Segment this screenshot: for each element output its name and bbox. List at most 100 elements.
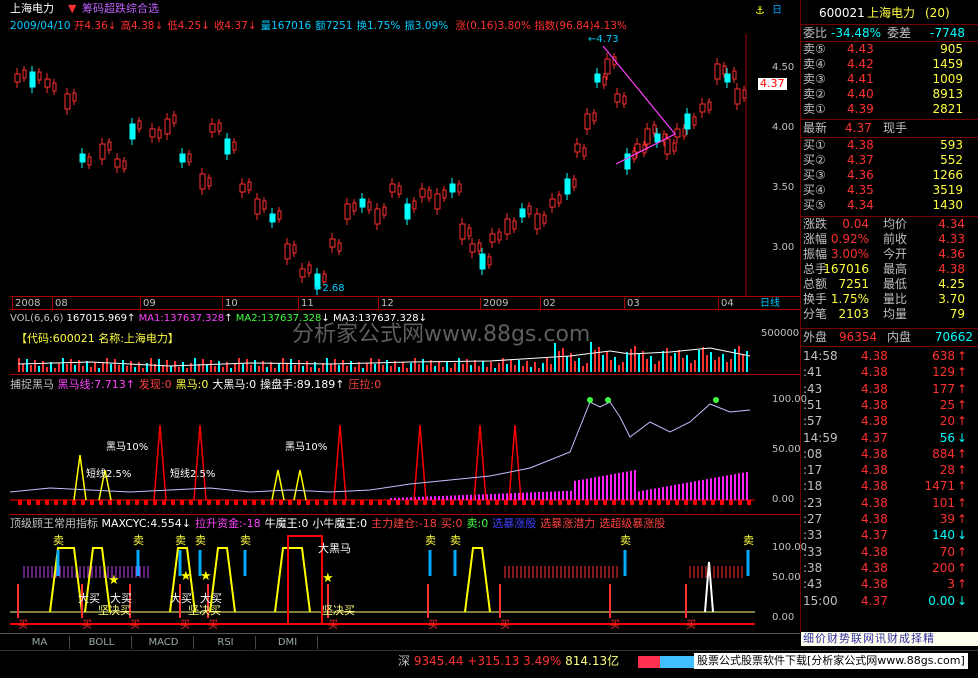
candle bbox=[137, 120, 142, 130]
volume-bar bbox=[702, 347, 704, 372]
catch-bar bbox=[162, 500, 166, 505]
tab-dmi[interactable]: DMI bbox=[258, 636, 318, 649]
stock-name-side: 上海电力 bbox=[867, 6, 916, 20]
candle bbox=[232, 141, 237, 151]
period-label[interactable]: 日线 bbox=[760, 298, 780, 310]
chevron-down-icon[interactable]: ▼ bbox=[68, 3, 76, 15]
tick-time: :23 bbox=[803, 495, 823, 510]
tick-price: 4.38 bbox=[861, 479, 888, 494]
candle bbox=[344, 203, 351, 220]
volume-bar bbox=[90, 367, 92, 372]
ask-label: 卖④ bbox=[803, 57, 826, 71]
tick-vol: 101 bbox=[932, 495, 955, 510]
candle bbox=[574, 143, 581, 153]
candle bbox=[419, 188, 426, 198]
volume-bar bbox=[390, 366, 392, 372]
price-chart[interactable] bbox=[10, 34, 800, 296]
catch-mag-bar bbox=[594, 477, 596, 500]
tick-price: 4.38 bbox=[861, 349, 888, 363]
ask-row: 卖③ 4.41 1009 bbox=[801, 72, 977, 87]
candle bbox=[79, 153, 86, 163]
volume-bar bbox=[258, 366, 260, 372]
catch-item: 操盘手:89.189↑ bbox=[260, 378, 345, 391]
catch-mag-bar bbox=[714, 477, 716, 500]
tab-boll[interactable]: BOLL bbox=[72, 636, 132, 649]
high-label: ←4.73 bbox=[588, 34, 619, 45]
top-item: 牛魔王:0 bbox=[264, 517, 309, 530]
window-icon[interactable]: 日 bbox=[772, 5, 782, 17]
catch-spike bbox=[73, 454, 87, 501]
catch-bar bbox=[252, 500, 256, 505]
catch-mag-bar bbox=[514, 493, 516, 500]
decisive-buy-label: 坚决买 bbox=[188, 604, 221, 617]
volume-bar bbox=[458, 358, 460, 372]
x-label: 12 bbox=[378, 298, 394, 310]
sell-label: 卖 bbox=[133, 534, 144, 547]
tick-time: :08 bbox=[803, 446, 823, 461]
stat-row: 振幅 3.00% 今开 4.36 bbox=[801, 247, 977, 262]
catch-mag-bar bbox=[726, 475, 728, 500]
candle bbox=[157, 129, 162, 139]
tick-vol: 28 bbox=[939, 463, 955, 478]
volume-bar bbox=[566, 356, 568, 372]
tab-rsi[interactable]: RSI bbox=[196, 636, 256, 649]
volume-bar bbox=[690, 363, 692, 372]
bid-row: 买② 4.37 552 bbox=[801, 153, 977, 168]
candle bbox=[129, 123, 136, 140]
volume-bar bbox=[202, 359, 204, 372]
formula-name[interactable]: 筹码超跌综合选 bbox=[82, 3, 159, 15]
stat-row: 涨幅 0.92% 前收 4.33 bbox=[801, 232, 977, 247]
volume-bar bbox=[174, 361, 176, 372]
volume-bar bbox=[370, 358, 372, 372]
catch-chart[interactable]: 黑马10% 短线2.5% 短线2.5% 黑马10% bbox=[10, 392, 755, 512]
candle bbox=[457, 183, 462, 193]
catch-mag-bar bbox=[590, 478, 592, 500]
anchor-icon[interactable]: ⚓ bbox=[755, 5, 765, 17]
catch-mag-bar bbox=[746, 471, 748, 500]
catch-mag-bar bbox=[410, 497, 412, 500]
catch-bar bbox=[657, 500, 661, 505]
candle bbox=[584, 113, 591, 130]
volume-bar bbox=[254, 360, 256, 372]
candle bbox=[382, 206, 387, 216]
candle bbox=[114, 158, 121, 168]
volume-bar bbox=[54, 368, 56, 372]
catch-bar bbox=[18, 500, 22, 505]
volume-bar bbox=[386, 360, 388, 372]
volume-bar bbox=[282, 358, 284, 372]
candle bbox=[374, 208, 381, 225]
catch-mag-bar bbox=[434, 496, 436, 500]
tab-macd[interactable]: MACD bbox=[134, 636, 194, 649]
volume-bar bbox=[414, 358, 416, 372]
tick-time: :17 bbox=[803, 463, 823, 478]
chart-area[interactable]: 上海电力 ▼ 筹码超跌综合选 2009/04/10 开4.36↓ 高4.38↓ 低4… bbox=[10, 0, 807, 632]
quote-panel: 600021 上海电力 (20) 委比 -34.48% 委差 -7748 卖⑤ 4… bbox=[800, 0, 978, 646]
catch-bar bbox=[648, 500, 652, 505]
index-info: 指数(96.84)4.13% bbox=[534, 20, 627, 32]
tick-arrow: ↑ bbox=[956, 512, 967, 526]
volume-bar bbox=[426, 365, 428, 372]
star-icon: ★ bbox=[180, 569, 192, 584]
ask-vol: 1009 bbox=[932, 72, 963, 86]
tab-ma[interactable]: MA bbox=[10, 636, 70, 649]
catch-mag-bar bbox=[446, 495, 448, 500]
bid-price: 4.35 bbox=[847, 183, 874, 197]
catch-bar bbox=[342, 500, 346, 505]
catch-bar bbox=[135, 500, 139, 505]
candle bbox=[64, 93, 71, 110]
top-items: MAXCYC:4.554↓ 拉升资金:-18 牛魔王:0 小牛魔王:0 主力建仓:-18… bbox=[102, 517, 670, 530]
tick-list[interactable]: 14:58 4.38 638 ↑:41 4.38 129 ↑:43 4.38 177 ↑:51 4.… bbox=[801, 347, 978, 631]
catch-mag-bar bbox=[502, 493, 504, 500]
volume-chart[interactable] bbox=[10, 326, 755, 374]
ad-banner[interactable]: 股票公式股票软件下载[分析家公式网www.88gs.com] bbox=[694, 653, 968, 669]
bid-vol: 1430 bbox=[932, 198, 963, 212]
side-tabs[interactable]: 细价财势联网讯财成择精 bbox=[801, 632, 978, 646]
candle bbox=[614, 93, 621, 103]
tick-vol: 70 bbox=[939, 544, 955, 559]
top-chart[interactable]: 卖卖卖卖卖卖卖卖卖买买买买买买买买买买★ ★ ★ ★大黑马大买 大买 大买 大买坚决买 坚决买… bbox=[10, 532, 755, 630]
catch-bar bbox=[36, 500, 40, 505]
ohlc-item: 开4.36↓ bbox=[73, 20, 117, 32]
tick-price: 4.38 bbox=[861, 414, 888, 429]
volume-bar bbox=[498, 363, 500, 372]
ohlc-item: 振3.09% bbox=[404, 20, 449, 32]
